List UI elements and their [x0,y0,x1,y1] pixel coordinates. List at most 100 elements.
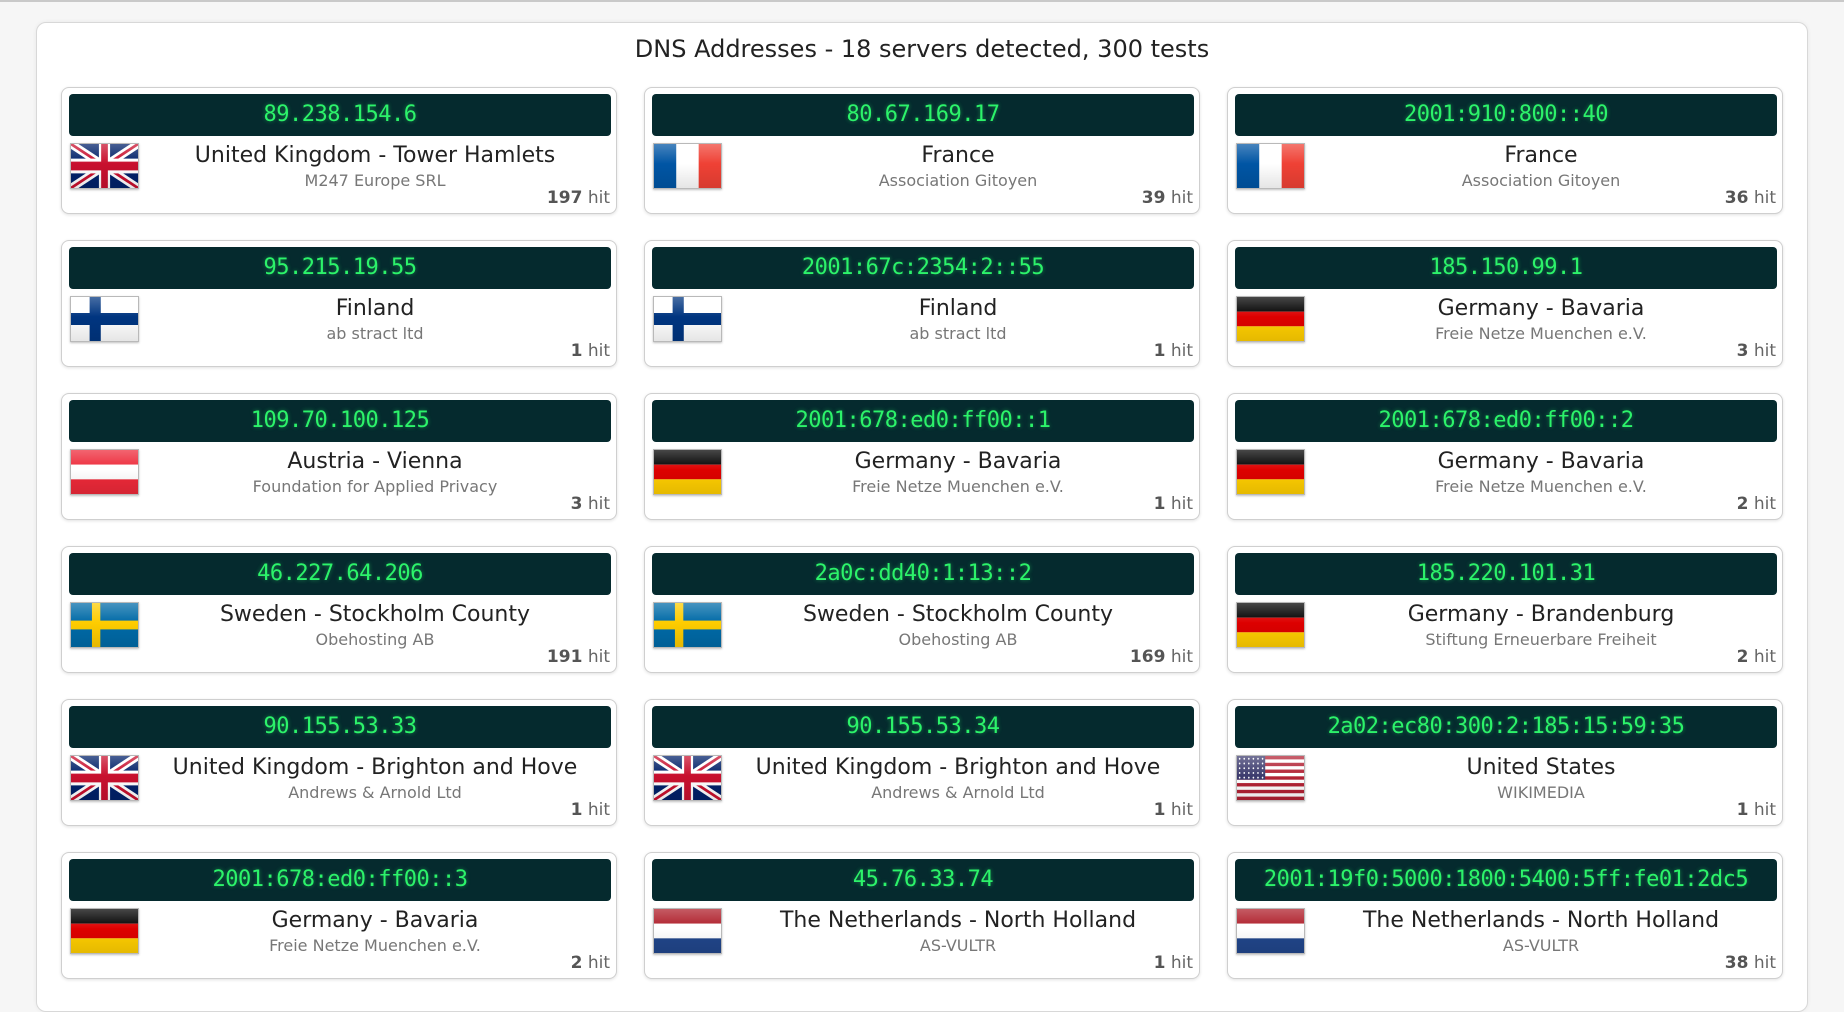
server-organization: Freie Netze Muenchen e.V. [1435,477,1647,496]
server-card: 90.155.53.33 United Kingdom - Brighton a… [61,699,617,826]
hit-count: 1 hit [1154,494,1193,514]
server-organization: Freie Netze Muenchen e.V. [852,477,1064,496]
flag-at-icon [70,449,139,495]
hit-count: 2 hit [1737,647,1776,667]
ip-address: 90.155.53.34 [652,706,1194,748]
hit-label: hit [1170,647,1193,667]
hit-number: 1 [1153,341,1166,361]
hit-count: 38 hit [1725,953,1776,973]
hit-label: hit [587,341,610,361]
server-card: 2001:19f0:5000:1800:5400:5ff:fe01:2dc5 T… [1227,852,1783,979]
flag-fr-icon [653,143,722,189]
ip-address: 2001:19f0:5000:1800:5400:5ff:fe01:2dc5 [1235,859,1777,901]
hit-count: 2 hit [571,953,610,973]
hit-number: 1 [1736,800,1749,820]
dns-results-panel: DNS Addresses - 18 servers detected, 300… [36,22,1808,1012]
server-organization: Obehosting AB [315,630,435,649]
server-location: Austria - Vienna [287,449,463,474]
server-location: Germany - Bavaria [1437,449,1645,474]
hit-number: 1 [1153,494,1166,514]
top-border [0,0,1844,2]
hit-number: 1 [570,341,583,361]
server-card: 2a02:ec80:300:2:185:15:59:35 United Stat… [1227,699,1783,826]
hit-label: hit [1753,647,1776,667]
server-organization: ab stract ltd [326,324,424,343]
ip-address: 2001:678:ed0:ff00::3 [69,859,611,901]
ip-address: 185.150.99.1 [1235,247,1777,289]
server-organization: Andrews & Arnold Ltd [288,783,462,802]
hit-count: 191 hit [547,647,610,667]
hit-count: 3 hit [571,494,610,514]
hit-label: hit [1170,341,1193,361]
hit-label: hit [1753,953,1776,973]
flag-se-icon [653,602,722,648]
ip-address: 45.76.33.74 [652,859,1194,901]
hit-number: 169 [1129,647,1166,667]
ip-address: 2a0c:dd40:1:13::2 [652,553,1194,595]
server-organization: Association Gitoyen [878,171,1038,190]
hit-label: hit [1753,341,1776,361]
server-location: Germany - Brandenburg [1407,602,1675,627]
flag-gb-icon [70,143,139,189]
hit-label: hit [587,647,610,667]
server-organization: Andrews & Arnold Ltd [871,783,1045,802]
server-location: Germany - Bavaria [854,449,1062,474]
hit-count: 3 hit [1737,341,1776,361]
server-organization: Association Gitoyen [1461,171,1621,190]
hit-label: hit [587,800,610,820]
ip-address: 2001:678:ed0:ff00::1 [652,400,1194,442]
flag-de-icon [70,908,139,954]
server-card: 2001:910:800::40 France Association Gito… [1227,87,1783,214]
server-card: 89.238.154.6 United Kingdom - Tower Haml… [61,87,617,214]
server-location: United Kingdom - Brighton and Hove [172,755,578,780]
panel-title: DNS Addresses - 18 servers detected, 300… [634,35,1210,63]
server-organization: ab stract ltd [909,324,1007,343]
hit-count: 39 hit [1142,188,1193,208]
hit-count: 1 hit [1154,341,1193,361]
hit-label: hit [1170,953,1193,973]
server-location: Germany - Bavaria [1437,296,1645,321]
hit-label: hit [1753,494,1776,514]
ip-address: 89.238.154.6 [69,94,611,136]
server-location: The Netherlands - North Holland [779,908,1137,933]
hit-count: 169 hit [1130,647,1193,667]
hit-label: hit [587,953,610,973]
server-location: United Kingdom - Brighton and Hove [755,755,1161,780]
server-location: France [1504,143,1578,168]
server-location: Sweden - Stockholm County [219,602,531,627]
hit-number: 3 [1736,341,1749,361]
ip-address: 46.227.64.206 [69,553,611,595]
flag-fr-icon [1236,143,1305,189]
server-card: 90.155.53.34 United Kingdom - Brighton a… [644,699,1200,826]
flag-us-icon [1236,755,1305,801]
hit-number: 2 [1736,494,1749,514]
hit-count: 2 hit [1737,494,1776,514]
server-organization: Foundation for Applied Privacy [252,477,498,496]
hit-count: 1 hit [1154,800,1193,820]
server-card: 109.70.100.125 Austria - Vienna Foundati… [61,393,617,520]
flag-de-icon [1236,296,1305,342]
flag-de-icon [1236,602,1305,648]
hit-count: 36 hit [1725,188,1776,208]
server-organization: Stiftung Erneuerbare Freiheit [1425,630,1657,649]
server-organization: M247 Europe SRL [304,171,446,190]
server-organization: Freie Netze Muenchen e.V. [1435,324,1647,343]
ip-address: 95.215.19.55 [69,247,611,289]
hit-number: 38 [1724,953,1749,973]
flag-gb-icon [653,755,722,801]
hit-number: 2 [1736,647,1749,667]
hit-count: 1 hit [571,341,610,361]
server-card: 2001:678:ed0:ff00::3 Germany - Bavaria F… [61,852,617,979]
hit-number: 2 [570,953,583,973]
hit-label: hit [1170,188,1193,208]
server-organization: Freie Netze Muenchen e.V. [269,936,481,955]
hit-label: hit [1170,494,1193,514]
hit-number: 191 [546,647,583,667]
hit-count: 1 hit [1154,953,1193,973]
server-card: 2001:678:ed0:ff00::1 Germany - Bavaria F… [644,393,1200,520]
hit-count: 197 hit [547,188,610,208]
ip-address: 2001:67c:2354:2::55 [652,247,1194,289]
server-card: 2001:67c:2354:2::55 Finland ab stract lt… [644,240,1200,367]
hit-number: 3 [570,494,583,514]
flag-gb-icon [70,755,139,801]
